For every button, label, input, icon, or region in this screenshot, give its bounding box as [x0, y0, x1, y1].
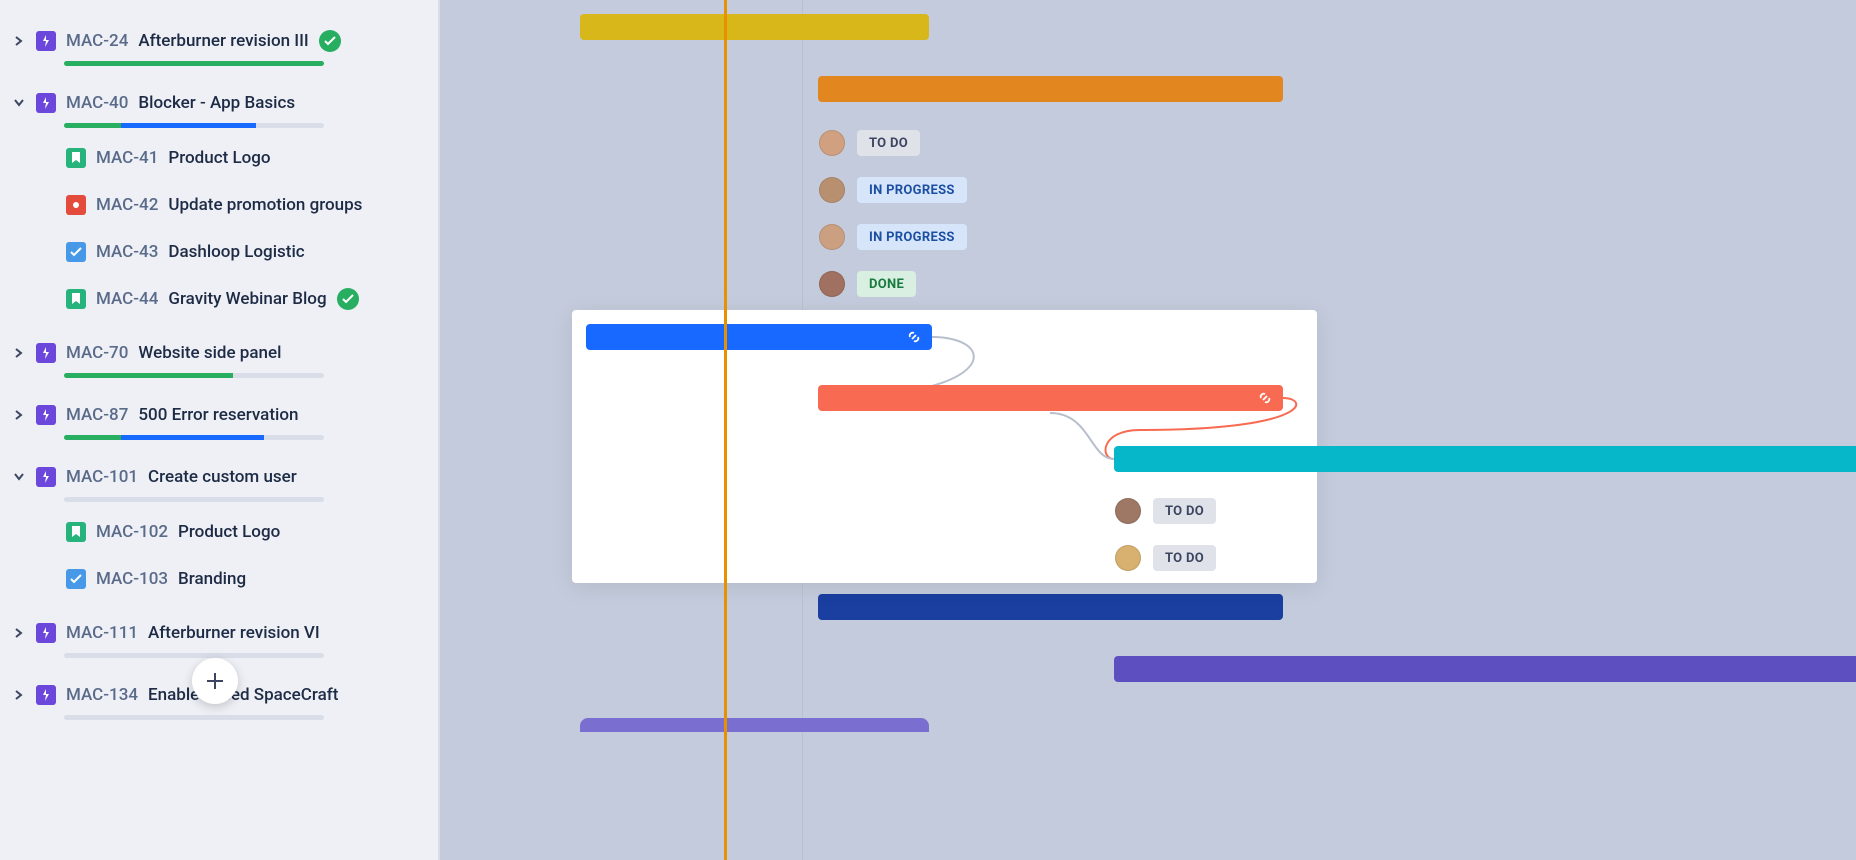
issue-title: Dashloop Logistic — [168, 242, 304, 262]
issue-key: MAC-87 — [66, 405, 128, 425]
epic-row-mac-70[interactable]: MAC-70 Website side panel — [0, 322, 438, 384]
avatar[interactable] — [1115, 498, 1141, 524]
avatar[interactable] — [819, 224, 845, 250]
status-badge: TO DO — [857, 130, 920, 156]
task-icon — [66, 242, 86, 262]
status-badge: TO DO — [1153, 545, 1216, 571]
issue-title: Enable speed SpaceCraft — [148, 685, 338, 705]
issue-title: Gravity Webinar Blog — [168, 289, 326, 309]
done-check-icon — [337, 288, 359, 310]
issue-title: Product Logo — [168, 148, 270, 168]
issue-title: Website side panel — [138, 343, 281, 363]
gantt-bar-mac-166[interactable] — [580, 718, 929, 732]
issue-key: MAC-43 — [96, 242, 158, 262]
progress-bar — [64, 653, 324, 658]
epic-row-mac-111[interactable]: MAC-111 Afterburner revision VI — [0, 602, 438, 664]
status-badge: DONE — [857, 271, 916, 297]
story-icon — [66, 148, 86, 168]
issue-title: Product Logo — [178, 522, 280, 542]
issue-key: MAC-103 — [96, 569, 168, 589]
issue-list-sidebar: MAC-24 Afterburner revision III MAC-40 B… — [0, 0, 440, 860]
epic-icon — [36, 623, 56, 643]
chevron-right-icon[interactable] — [12, 688, 26, 702]
issue-key: MAC-134 — [66, 685, 138, 705]
epic-row-mac-24[interactable]: MAC-24 Afterburner revision III — [0, 10, 438, 72]
avatar[interactable] — [1115, 545, 1141, 571]
chevron-right-icon[interactable] — [12, 34, 26, 48]
progress-bar — [64, 435, 324, 440]
bug-icon — [66, 195, 86, 215]
gantt-bar-mac-24[interactable] — [580, 14, 929, 40]
issue-key: MAC-44 — [96, 289, 158, 309]
epic-icon — [36, 31, 56, 51]
add-issue-button[interactable] — [192, 658, 238, 704]
avatar[interactable] — [819, 130, 845, 156]
chevron-down-icon[interactable] — [12, 470, 26, 484]
child-row-mac-42[interactable]: MAC-42 Update promotion groups — [0, 181, 438, 228]
epic-icon — [36, 93, 56, 113]
gantt-bar-mac-101[interactable] — [1114, 446, 1856, 472]
issue-title: Update promotion groups — [168, 195, 362, 215]
task-icon — [66, 569, 86, 589]
issue-key: MAC-41 — [96, 148, 158, 168]
child-row-mac-41[interactable]: MAC-41 Product Logo — [0, 134, 438, 181]
epic-icon — [36, 343, 56, 363]
avatar[interactable] — [819, 271, 845, 297]
status-badge: IN PROGRESS — [857, 177, 967, 203]
progress-bar — [64, 715, 324, 720]
issue-title: Create custom user — [148, 467, 297, 487]
issue-key: MAC-111 — [66, 623, 138, 643]
story-icon — [66, 289, 86, 309]
status-badge: TO DO — [1153, 498, 1216, 524]
gantt-bar-mac-40[interactable] — [818, 76, 1283, 102]
child-row-mac-44[interactable]: MAC-44 Gravity Webinar Blog — [0, 275, 438, 322]
issue-key: MAC-40 — [66, 93, 128, 113]
today-marker — [724, 0, 727, 860]
progress-bar — [64, 61, 324, 66]
issue-key: MAC-102 — [96, 522, 168, 542]
epic-icon — [36, 405, 56, 425]
issue-title: Afterburner revision VI — [148, 623, 320, 643]
child-row-mac-43[interactable]: MAC-43 Dashloop Logistic — [0, 228, 438, 275]
epic-row-mac-40[interactable]: MAC-40 Blocker - App Basics — [0, 72, 438, 134]
issue-key: MAC-70 — [66, 343, 128, 363]
issue-title: Blocker - App Basics — [138, 93, 295, 113]
story-icon — [66, 522, 86, 542]
epic-row-mac-87[interactable]: MAC-87 500 Error reservation — [0, 384, 438, 446]
progress-bar — [64, 497, 324, 502]
chevron-right-icon[interactable] — [12, 408, 26, 422]
chevron-right-icon[interactable] — [12, 346, 26, 360]
epic-icon — [36, 685, 56, 705]
gantt-bar-mac-134[interactable] — [1114, 656, 1856, 682]
issue-key: MAC-42 — [96, 195, 158, 215]
child-row-mac-102[interactable]: MAC-102 Product Logo — [0, 508, 438, 555]
link-icon[interactable] — [906, 329, 922, 349]
progress-bar — [64, 373, 324, 378]
issue-title: Afterburner revision III — [138, 31, 308, 51]
epic-row-mac-101[interactable]: MAC-101 Create custom user — [0, 446, 438, 508]
issue-key: MAC-24 — [66, 31, 128, 51]
issue-title: Branding — [178, 569, 246, 589]
epic-icon — [36, 467, 56, 487]
chevron-down-icon[interactable] — [12, 96, 26, 110]
done-check-icon — [319, 30, 341, 52]
gantt-bar-mac-111[interactable] — [818, 594, 1283, 620]
child-row-mac-103[interactable]: MAC-103 Branding — [0, 555, 438, 602]
chevron-right-icon[interactable] — [12, 626, 26, 640]
issue-key: MAC-101 — [66, 467, 138, 487]
link-icon[interactable] — [1257, 390, 1273, 410]
issue-title: 500 Error reservation — [138, 405, 298, 425]
gantt-bar-mac-70[interactable] — [586, 324, 932, 350]
gantt-bar-mac-87[interactable] — [818, 385, 1283, 411]
timeline-area[interactable]: TO DO IN PROGRESS IN PROGRESS DONE TO DO… — [440, 0, 1856, 860]
status-badge: IN PROGRESS — [857, 224, 967, 250]
progress-bar — [64, 123, 324, 128]
avatar[interactable] — [819, 177, 845, 203]
